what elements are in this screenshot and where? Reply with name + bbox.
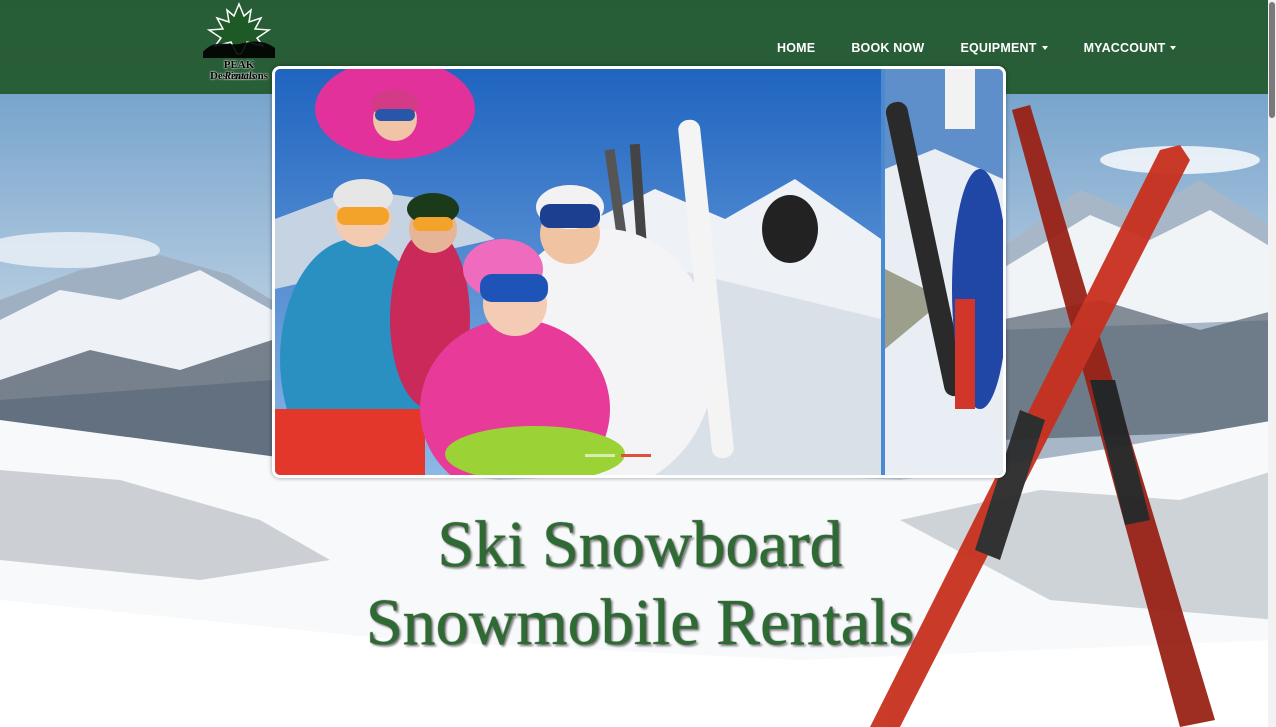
nav-book-now[interactable]: BOOK NOW (851, 40, 924, 56)
brand-logo[interactable]: PEAK Destinations Rentals (195, 2, 283, 92)
main-nav: HOME BOOK NOW EQUIPMENT MYACCOUNT (777, 40, 1212, 56)
scrollbar-thumb[interactable] (1269, 2, 1275, 118)
caret-down-icon (1170, 46, 1177, 50)
hero-image-slider[interactable] (272, 66, 1006, 478)
nav-book-now-label: BOOK NOW (851, 41, 925, 55)
hero-headline-line2: Snowmobile Rentals (365, 586, 915, 659)
slide-image-skiers-group (275, 69, 881, 475)
nav-myaccount-dropdown[interactable]: MYACCOUNT (1084, 40, 1177, 56)
slider-dot-2[interactable] (621, 454, 651, 457)
nav-home-label: HOME (777, 41, 816, 55)
slider-pagination (585, 454, 657, 457)
caret-down-icon (1041, 46, 1048, 50)
maple-leaf-icon (203, 2, 275, 58)
nav-home[interactable]: HOME (777, 40, 815, 56)
page-scrollbar[interactable] (1268, 0, 1276, 727)
nav-equipment-label: EQUIPMENT (960, 41, 1037, 55)
nav-myaccount-label: MYACCOUNT (1083, 41, 1166, 55)
nav-equipment-dropdown[interactable]: EQUIPMENT (960, 40, 1048, 56)
hero-headline-line1: Ski Snowboard (437, 508, 843, 581)
logo-rentals-text: Rentals (224, 71, 256, 82)
slider-dot-1[interactable] (585, 454, 615, 457)
slide-image-next-preview (885, 69, 1003, 475)
